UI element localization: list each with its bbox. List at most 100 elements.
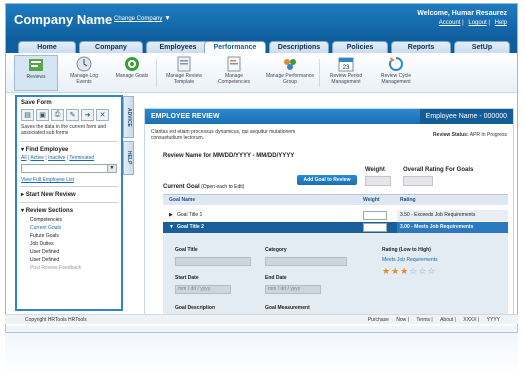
employee-filter-links: All | Active | Inactive | Terminated [21, 155, 95, 161]
goal-title: Goal Title 1 [177, 212, 203, 218]
left-sidebar: Save Form ▤ ▣ ⎙ ✎ ➜ ✕ Saves the data in … [15, 95, 123, 311]
employee-select[interactable]: ▼ [21, 164, 117, 173]
advice-tab[interactable]: ADVICE [123, 96, 134, 138]
section-future-goals[interactable]: Future Goals [30, 232, 121, 240]
intro-text: Claritas est etiam processus dynamicus, … [151, 129, 296, 141]
manage-competencies-tool[interactable]: Manage Competencies [212, 55, 256, 91]
now-link[interactable]: Now [396, 317, 406, 323]
change-company-link[interactable]: Change Company [114, 16, 162, 22]
logout-link[interactable]: Logout [468, 20, 486, 26]
goal-weight-input[interactable] [363, 211, 387, 220]
manage-review-template-tool[interactable]: Manage Review Template [162, 55, 206, 91]
goal-row-2[interactable]: ▼ Goal Title 2 3.00 - Meets Job Requirem… [163, 222, 508, 233]
reviews-icon [29, 59, 43, 71]
target-icon [125, 57, 139, 71]
category-label: Category [265, 247, 287, 253]
divider [20, 186, 118, 187]
divider [20, 202, 118, 203]
manage-performance-group-tool[interactable]: Manage Performance Group [264, 55, 316, 91]
edit-icon[interactable]: ✎ [66, 109, 79, 121]
rating-scale-label: Rating (Low to High) [382, 247, 431, 253]
add-goal-button[interactable]: Add Goal to Review [297, 175, 357, 185]
goal-description-label: Goal Description [175, 305, 216, 311]
clock-icon [76, 56, 92, 72]
section-job-duties[interactable]: Job Duties [30, 240, 121, 248]
filter-active-link[interactable]: Active [30, 155, 44, 161]
yyyy-link[interactable]: YYYY [487, 317, 500, 323]
goal-weight-input[interactable] [363, 223, 387, 232]
filter-inactive-link[interactable]: Inactive [48, 155, 65, 161]
collapse-icon[interactable]: ▼ [169, 224, 174, 230]
reviews-tool[interactable]: Reviews [14, 55, 58, 91]
save-form-description: Saves the data in the current form and a… [21, 124, 107, 136]
group-icon [284, 59, 296, 70]
rating-panel: Rating (Low to High) Meets Job Requireme… [379, 233, 508, 318]
section-user-defined-2[interactable]: User Defined [30, 256, 121, 264]
col-rating: Rating [400, 197, 416, 203]
goal-measurement-label: Goal Measurement [265, 305, 310, 311]
manage-goals-tool[interactable]: Manage Goals [110, 55, 154, 91]
start-date-input[interactable]: mm / dd / yyyy [175, 285, 231, 294]
goal-title-input[interactable] [175, 257, 251, 266]
section-current-goals[interactable]: Current Goals [30, 224, 121, 232]
purchase-link[interactable]: Purchase [368, 317, 389, 323]
section-user-defined-1[interactable]: User Defined [30, 248, 121, 256]
terms-link[interactable]: Terms [416, 317, 430, 323]
about-link[interactable]: About [440, 317, 453, 323]
document-icon [227, 56, 241, 72]
copy-icon[interactable]: ▣ [36, 109, 49, 121]
end-date-input[interactable]: mm / dd / yyyy [265, 285, 321, 294]
goals-table-header: Goal Name Weight Rating [163, 194, 508, 205]
welcome-text: Welcome, Humar Resaurez [417, 10, 507, 17]
forward-icon[interactable]: ➜ [81, 109, 94, 121]
main-nav: Home Company Employees Performance Descr… [6, 38, 517, 54]
review-status: Review Status: APR In Progress [433, 132, 507, 138]
star-icon[interactable]: ☆ [427, 266, 436, 276]
overall-rating-field[interactable] [403, 176, 433, 186]
save-icon[interactable]: ▤ [21, 109, 34, 121]
col-goal-name: Goal Name [169, 197, 196, 203]
chevron-down-icon[interactable]: ▼ [164, 15, 171, 22]
print-icon[interactable]: ⎙ [51, 109, 64, 121]
review-period-management-tool[interactable]: 23 Review Period Management [324, 55, 368, 91]
end-date-label: End Date [265, 275, 287, 281]
star-icon[interactable]: ★ [400, 266, 409, 276]
divider [20, 141, 118, 142]
xxxx-link[interactable]: XXXX [463, 317, 476, 323]
section-competencies[interactable]: Competencies [30, 216, 121, 224]
star-icon[interactable]: ★ [391, 266, 400, 276]
chevron-down-icon[interactable]: ▼ [107, 165, 116, 172]
section-post-review-feedback[interactable]: Post Review Feedback [30, 264, 121, 272]
goal-row-1[interactable]: ▶ Goal Title 1 3.50 - Exceeds Job Requir… [163, 210, 508, 221]
review-cycle-management-tool[interactable]: Review Cycle Management [374, 55, 418, 91]
total-weight-field[interactable] [365, 176, 391, 186]
save-form-title: Save Form [21, 100, 52, 106]
copyright: Copyright HRTools HRTools [25, 317, 87, 323]
help-tab[interactable]: HELP [123, 141, 134, 175]
toolbar-divider [156, 59, 157, 87]
expand-icon[interactable]: ▶ [169, 212, 173, 218]
star-icon[interactable]: ★ [382, 266, 391, 276]
review-sections-title[interactable]: ▾ Review Sections [17, 205, 121, 216]
template-icon [177, 56, 191, 72]
col-weight: Weight [363, 197, 380, 203]
view-full-employee-list-link[interactable]: View Full Employee List [17, 176, 121, 184]
help-link[interactable]: Help [495, 20, 507, 26]
overall-rating-label: Overall Rating For Goals [403, 167, 474, 173]
start-new-review-link[interactable]: ▸ Start New Review [17, 189, 121, 200]
manage-log-events-tool[interactable]: Manage Log Events [62, 55, 106, 91]
goal-detail-form: Goal Title Category Start Date mm / dd /… [163, 233, 379, 318]
delete-icon[interactable]: ✕ [96, 109, 109, 121]
goal-rating-cell: 3.50 - Exceeds Job Requirements [397, 210, 508, 221]
filter-terminated-link[interactable]: Terminated [69, 155, 94, 161]
star-rating[interactable]: ★★★☆☆☆ [382, 266, 436, 277]
toolbar-divider [319, 59, 320, 87]
find-employee-title[interactable]: ▾ Find Employee [17, 144, 121, 155]
weight-label: Weight [365, 167, 385, 173]
top-links: Account | Logout | Help [438, 20, 507, 26]
filter-all-link[interactable]: All [21, 155, 27, 161]
review-sections-list: Competencies Current Goals Future Goals … [17, 216, 121, 272]
account-link[interactable]: Account [439, 20, 461, 26]
category-select[interactable] [265, 257, 347, 266]
star-icon[interactable]: ☆ [409, 266, 418, 276]
